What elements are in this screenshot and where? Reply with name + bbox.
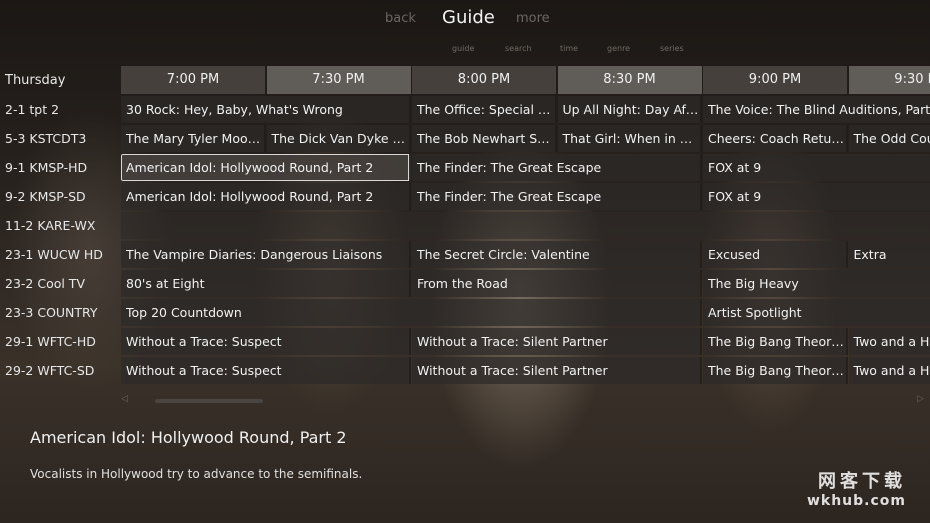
channel-row: 29-2 WFTC-SD Without a Trace: Suspect With… xyxy=(0,356,930,385)
program-cell[interactable]: The Vampire Diaries: Dangerous Liaisons xyxy=(121,241,411,268)
program-cell[interactable]: American Idol: Hollywood Round, Part 2 xyxy=(121,183,411,210)
subnav-search[interactable]: search xyxy=(505,44,532,53)
scroll-left-icon[interactable]: ◁ xyxy=(121,394,128,404)
time-slot: 9:30 PM xyxy=(848,66,930,94)
channel-row: 23-3 COUNTRY Top 20 Countdown Artist Spotl… xyxy=(0,298,930,327)
subnav-guide[interactable]: guide xyxy=(452,44,474,53)
program-cell[interactable]: 30 Rock: Hey, Baby, What's Wrong xyxy=(121,96,411,123)
program-cell[interactable]: Without a Trace: Suspect xyxy=(121,357,411,384)
time-slot: 8:30 PM xyxy=(557,66,702,94)
program-cells xyxy=(121,212,930,239)
program-cells: The Mary Tyler Moore ShowThe Dick Van Dy… xyxy=(121,125,930,152)
channel-row: 23-2 Cool TV 80's at Eight From the Road Th… xyxy=(0,269,930,298)
program-cell[interactable]: Without a Trace: Silent Partner xyxy=(412,328,702,355)
channel-name[interactable]: 23-2 Cool TV xyxy=(5,269,85,298)
selected-program-description: Vocalists in Hollywood try to advance to… xyxy=(30,467,363,481)
watermark-en: wkhub.com xyxy=(806,493,906,509)
program-cell[interactable]: FOX at 9 xyxy=(703,154,930,181)
program-cell[interactable]: Cheers: Coach Returns xyxy=(703,125,848,152)
program-cell[interactable]: The Big Bang Theory: The Vacation Soluti… xyxy=(703,328,848,355)
watermark-cn: 网客下载 xyxy=(818,471,906,492)
program-cell[interactable]: The Secret Circle: Valentine xyxy=(412,241,702,268)
program-cell[interactable]: From the Road xyxy=(412,270,702,297)
program-cell[interactable]: Artist Spotlight xyxy=(703,299,930,326)
program-cell[interactable]: Top 20 Countdown xyxy=(121,299,702,326)
program-cell[interactable]: The Odd Couple xyxy=(848,125,930,152)
program-cell[interactable]: 80's at Eight xyxy=(121,270,411,297)
channel-row: 5-3 KSTCDT3The Mary Tyler Moore ShowThe … xyxy=(0,124,930,153)
program-cell[interactable]: Up All Night: Day After xyxy=(557,96,702,123)
program-cell[interactable]: Two and a Half Men xyxy=(848,357,930,384)
subnav-time[interactable]: time xyxy=(560,44,578,53)
program-cells: Without a Trace: Suspect Without a Trace:… xyxy=(121,357,930,384)
channel-row: 9-1 KMSP-HD American Idol: Hollywood Roun… xyxy=(0,153,930,182)
program-cell[interactable]: Without a Trace: Silent Partner xyxy=(412,357,702,384)
day-label: Thursday xyxy=(5,73,66,88)
channel-name[interactable]: 5-3 KSTCDT3 xyxy=(5,124,86,153)
program-cells: 80's at Eight From the Road The Big Heavy xyxy=(121,270,930,297)
time-slot: 8:00 PM xyxy=(412,66,556,94)
time-slot: 7:00 PM xyxy=(121,66,265,94)
time-header: 7:00 PM 7:30 PM 8:00 PM 8:30 PM 9:00 PM 9:30 … xyxy=(121,66,930,94)
channel-name[interactable]: 23-3 COUNTRY xyxy=(5,298,98,327)
scroll-right-icon[interactable]: ▷ xyxy=(917,394,924,404)
program-cell-selected[interactable]: American Idol: Hollywood Round, Part 2 xyxy=(121,154,411,181)
program-cell[interactable]: The Finder: The Great Escape xyxy=(412,154,702,181)
program-cells: 30 Rock: Hey, Baby, What's Wrong The Offi… xyxy=(121,96,930,123)
program-cells: American Idol: Hollywood Round, Part 2 Th… xyxy=(121,154,930,181)
horizontal-scrollbar[interactable]: ◁ ▷ xyxy=(121,394,930,406)
program-cell[interactable]: Excused xyxy=(703,241,848,268)
channel-name[interactable]: 2-1 tpt 2 xyxy=(5,95,59,124)
page-title: Guide xyxy=(442,7,495,28)
program-cells: American Idol: Hollywood Round, Part 2 Th… xyxy=(121,183,930,210)
program-cell[interactable]: The Voice: The Blind Auditions, Part 4 xyxy=(703,96,930,123)
subnav-genre[interactable]: genre xyxy=(607,44,630,53)
program-cell[interactable]: Two and a Half Men xyxy=(848,328,930,355)
program-cell[interactable]: Without a Trace: Suspect xyxy=(121,328,411,355)
channel-row: 11-2 KARE-WX xyxy=(0,211,930,240)
program-cell[interactable]: The Dick Van Dyke Show xyxy=(266,125,411,152)
program-cell[interactable]: FOX at 9 xyxy=(703,183,930,210)
program-cell[interactable] xyxy=(121,212,930,239)
program-cell[interactable]: The Bob Newhart Show xyxy=(412,125,557,152)
channel-name[interactable]: 9-1 KMSP-HD xyxy=(5,153,87,182)
program-cell[interactable]: The Big Bang Theory: The Vacation Soluti… xyxy=(703,357,848,384)
watermark-logo: 网客下载 wkhub.com xyxy=(807,467,906,509)
channel-name[interactable]: 23-1 WUCW HD xyxy=(5,240,103,269)
channel-name[interactable]: 11-2 KARE-WX xyxy=(5,211,95,240)
channel-name[interactable]: 9-2 KMSP-SD xyxy=(5,182,86,211)
channel-row: 9-2 KMSP-SD American Idol: Hollywood Roun… xyxy=(0,182,930,211)
time-slot: 9:00 PM xyxy=(703,66,847,94)
back-button[interactable]: back xyxy=(385,11,416,26)
subnav-series[interactable]: series xyxy=(660,44,684,53)
program-cell[interactable]: The Big Heavy xyxy=(703,270,930,297)
channel-row: 29-1 WFTC-HD Without a Trace: Suspect With… xyxy=(0,327,930,356)
scroll-thumb[interactable] xyxy=(155,399,263,403)
time-slot: 7:30 PM xyxy=(266,66,411,94)
channel-name[interactable]: 29-1 WFTC-HD xyxy=(5,327,96,356)
top-navigation: back Guide more xyxy=(0,0,930,36)
program-cell[interactable]: That Girl: When in Rome xyxy=(557,125,702,152)
program-cell[interactable]: The Mary Tyler Moore Show xyxy=(121,125,266,152)
channel-name[interactable]: 29-2 WFTC-SD xyxy=(5,356,94,385)
program-cell[interactable]: The Office: Special Project xyxy=(412,96,557,123)
program-cell[interactable]: The Finder: The Great Escape xyxy=(412,183,702,210)
channel-row: 23-1 WUCW HD The Vampire Diaries: Dangero… xyxy=(0,240,930,269)
program-cells: Without a Trace: Suspect Without a Trace:… xyxy=(121,328,930,355)
channel-row: 2-1 tpt 2 30 Rock: Hey, Baby, What's Wron… xyxy=(0,95,930,124)
program-cells: Top 20 Countdown Artist Spotlight xyxy=(121,299,930,326)
program-cell[interactable]: Extra xyxy=(848,241,930,268)
more-button[interactable]: more xyxy=(516,11,550,26)
program-cells: The Vampire Diaries: Dangerous Liaisons T… xyxy=(121,241,930,268)
selected-program-title: American Idol: Hollywood Round, Part 2 xyxy=(30,428,347,447)
